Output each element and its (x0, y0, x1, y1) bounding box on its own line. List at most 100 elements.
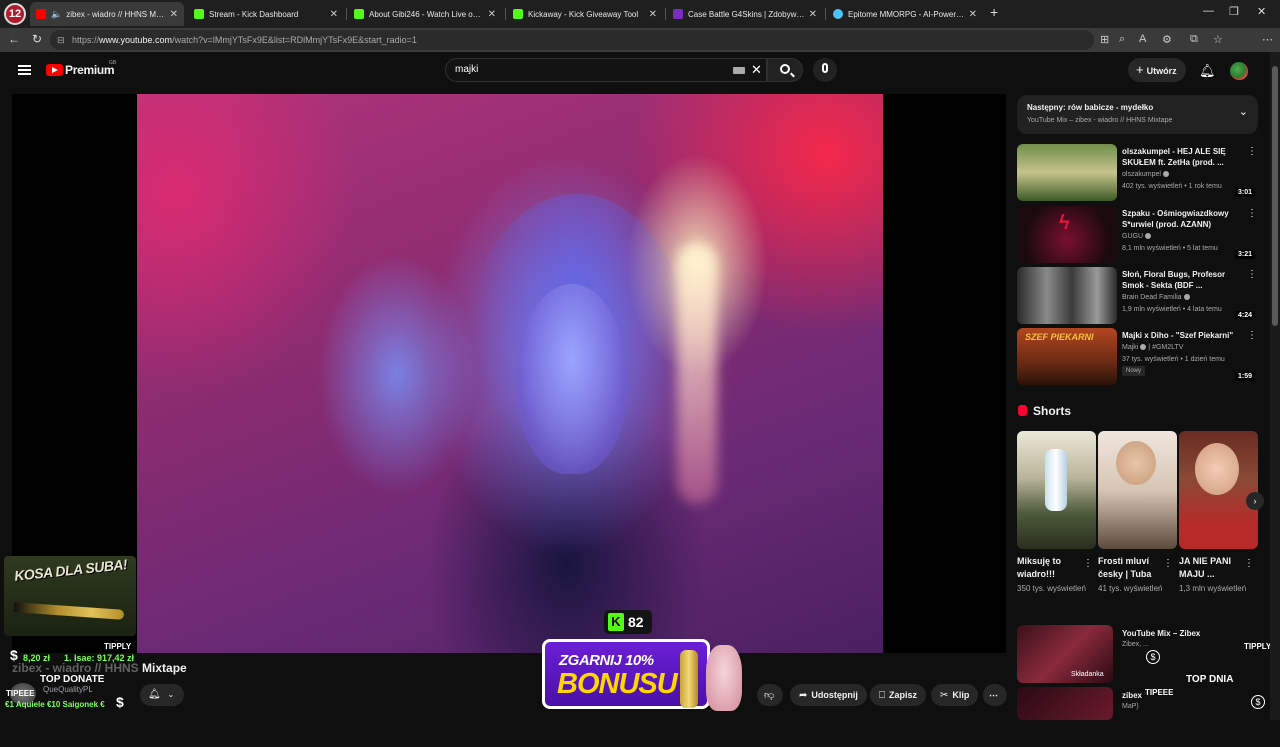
close-tab-icon[interactable]: ✕ (170, 9, 178, 20)
tipeee-label: TIPEEE (6, 689, 35, 698)
search-input[interactable]: majki (445, 58, 767, 82)
video-thumbnail[interactable] (1017, 267, 1117, 324)
close-window-icon[interactable]: ✕ (1257, 5, 1266, 18)
tab-case-battle[interactable]: Case Battle G4Skins | Zdobywaj skiny ✕ (667, 2, 823, 26)
short-title[interactable]: Miksuję to wiadro!!! (1017, 555, 1077, 581)
more-vertical-icon[interactable]: ⋮ (1163, 558, 1173, 569)
tab-kickaway[interactable]: Kickaway - Kick Giveaway Tool ✕ (507, 2, 663, 26)
video-thumbnail[interactable]: ϟ (1017, 206, 1117, 263)
speaker-icon[interactable]: 🔈 (51, 9, 62, 20)
install-app-icon[interactable]: ⊞ (1100, 33, 1109, 46)
more-vertical-icon[interactable]: ⋮ (1247, 208, 1257, 219)
youtube-premium-label[interactable]: Premium (65, 63, 115, 77)
browser-logo-icon[interactable]: 12 (4, 3, 26, 25)
read-aloud-icon[interactable]: A (1139, 33, 1146, 45)
url-field[interactable]: ⊟ https://www.youtube.com/watch?v=lMmjYT… (50, 30, 1094, 50)
up-next-title: Następny: rów babicze - mydełko (1027, 103, 1154, 112)
channel-name[interactable]: Brain Dead Familia (1122, 294, 1190, 301)
mix-title[interactable]: zibex (1122, 691, 1142, 700)
up-next-panel[interactable]: Następny: rów babicze - mydełko YouTube … (1017, 95, 1258, 134)
channel-label: olszakumpel (1122, 171, 1161, 178)
voice-search-button[interactable] (813, 58, 837, 82)
channel-name[interactable]: Majki | #GM2LTV (1122, 344, 1183, 351)
donation-ticker: €1 Aquiele €10 Saigonek € (5, 700, 105, 709)
clip-button[interactable]: ✂ Klip (931, 684, 979, 706)
short-thumbnail[interactable] (1098, 431, 1177, 549)
browser-menu-icon[interactable]: ⋯ (1262, 33, 1273, 46)
favorites-icon[interactable]: ☆ (1213, 33, 1223, 46)
shorts-next-arrow-icon[interactable]: › (1246, 492, 1264, 510)
tab-epitome[interactable]: Epitome MMORPG - AI-Powered, Player ✕ (827, 2, 983, 26)
recommendation-item[interactable]: ϟ 3:21 Szpaku - Ośmiogwiazdkowy S*urwiel… (1017, 206, 1259, 263)
video-thumbnail[interactable] (1017, 144, 1117, 201)
more-vertical-icon[interactable]: ⋮ (1247, 269, 1257, 280)
dislike-button[interactable]: 👎︎ (757, 684, 783, 706)
video-thumbnail[interactable]: SZEF PIEKARNI (1017, 328, 1117, 385)
menu-icon[interactable] (18, 65, 31, 75)
video-title: zibex - wiadro // HHNS Mixtape (12, 661, 187, 675)
youtube-logo-icon[interactable] (46, 64, 63, 76)
scrollbar-thumb[interactable] (1272, 66, 1278, 326)
video-frame[interactable] (137, 94, 883, 653)
promo-mascot-image (706, 645, 742, 711)
recommendation-item[interactable]: 4:24 Słoń, Floral Bugs, Profesor Smok - … (1017, 267, 1259, 324)
subscribe-bell-button[interactable]: 🔔︎ ⌄ (140, 684, 184, 706)
mix-item[interactable]: zibex MaP) (1017, 687, 1259, 747)
mix-title[interactable]: YouTube Mix – Zibex (1122, 629, 1200, 638)
video-title[interactable]: olszakumpel - HEJ ALE SIĘ SKUŁEM ft. Zet… (1122, 146, 1244, 168)
mix-item[interactable]: Składanka YouTube Mix – Zibex Zibex, ... (1017, 625, 1259, 685)
zoom-icon[interactable]: ⌕ (1119, 33, 1125, 46)
short-thumbnail[interactable] (1179, 431, 1258, 549)
mix-thumbnail[interactable]: Składanka (1017, 625, 1113, 683)
tab-about-gibi[interactable]: About Gibi246 - Watch Live on Kick ✕ (348, 2, 502, 26)
more-vertical-icon[interactable]: ⋮ (1247, 330, 1257, 341)
close-tab-icon[interactable]: ✕ (809, 9, 817, 20)
youtube-favicon-icon (36, 9, 46, 19)
dollar-icon: $ (116, 694, 124, 710)
reload-icon[interactable]: ↻ (32, 32, 42, 46)
recommendation-item[interactable]: 3:01 olszakumpel - HEJ ALE SIĘ SKUŁEM ft… (1017, 144, 1259, 201)
shorts-header: Shorts (1018, 404, 1071, 418)
extensions-icon[interactable]: ⚙ (1162, 33, 1172, 46)
create-button[interactable]: + Utwórz (1128, 58, 1186, 82)
site-info-icon[interactable]: ⊟ (57, 30, 65, 50)
clear-search-icon[interactable]: ✕ (751, 62, 762, 78)
split-screen-icon[interactable]: ⧉ (1190, 33, 1198, 46)
person-image (1195, 443, 1239, 495)
search-button[interactable] (767, 58, 803, 82)
chevron-down-icon[interactable]: ⌄ (1239, 105, 1248, 118)
clip-label: Klip (952, 690, 970, 700)
close-tab-icon[interactable]: ✕ (488, 9, 496, 20)
maximize-icon[interactable]: ❐ (1229, 5, 1239, 18)
short-title[interactable]: JA NIE PANI MAJU ... (1179, 555, 1239, 581)
close-tab-icon[interactable]: ✕ (649, 9, 657, 20)
mix-thumbnail[interactable] (1017, 687, 1113, 720)
tab-title: zibex - wiadro // HHNS Mixtape (66, 9, 165, 19)
notifications-bell-icon[interactable]: 🔔︎ (1199, 63, 1216, 79)
page-scrollbar[interactable] (1270, 52, 1280, 720)
more-actions-button[interactable]: ⋯ (983, 684, 1007, 706)
tab-separator (346, 8, 347, 20)
save-button[interactable]: ⎕ Zapisz (870, 684, 927, 706)
more-vertical-icon[interactable]: ⋮ (1247, 146, 1257, 157)
share-button[interactable]: ➦ Udostępnij (790, 684, 867, 706)
recommendation-item[interactable]: SZEF PIEKARNI 1:59 Majki x Diho - "Szef … (1017, 328, 1259, 385)
channel-name[interactable]: GUGU (1122, 233, 1151, 240)
video-title[interactable]: Szpaku - Ośmiogwiazdkowy S*urwiel (prod.… (1122, 208, 1244, 230)
minimize-icon[interactable]: — (1203, 5, 1214, 17)
tab-youtube[interactable]: 🔈 zibex - wiadro // HHNS Mixtape ✕ (30, 2, 184, 26)
keyboard-icon[interactable] (733, 67, 745, 74)
video-title[interactable]: Słoń, Floral Bugs, Profesor Smok - Sekta… (1122, 269, 1244, 291)
channel-name[interactable]: olszakumpel (1122, 171, 1169, 178)
tab-kick-dashboard[interactable]: Stream - Kick Dashboard ✕ (188, 2, 344, 26)
account-avatar[interactable] (1230, 62, 1248, 80)
short-title[interactable]: Frosti mluví česky | Tuba (1098, 555, 1158, 581)
close-tab-icon[interactable]: ✕ (330, 9, 338, 20)
short-thumbnail[interactable] (1017, 431, 1096, 549)
more-vertical-icon[interactable]: ⋮ (1083, 558, 1093, 569)
close-tab-icon[interactable]: ✕ (969, 9, 977, 20)
video-title[interactable]: Majki x Diho - "Szef Piekarni" (1122, 330, 1252, 341)
back-arrow-icon[interactable]: ← (8, 32, 20, 46)
new-tab-button[interactable]: + (990, 4, 998, 20)
more-vertical-icon[interactable]: ⋮ (1244, 558, 1254, 569)
